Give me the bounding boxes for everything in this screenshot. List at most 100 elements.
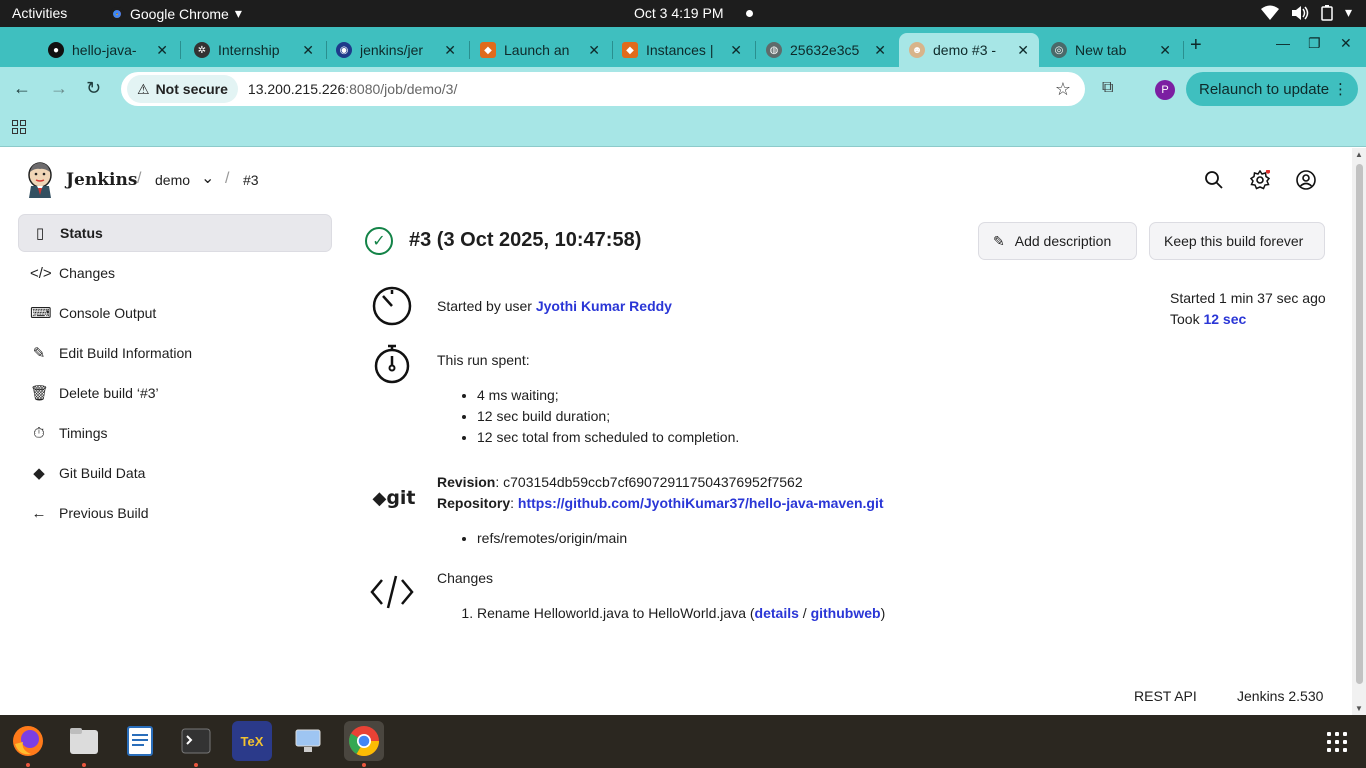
activities-button[interactable]: Activities	[12, 5, 67, 21]
success-check-icon: ✓	[365, 227, 393, 255]
close-icon[interactable]: ✕	[874, 42, 886, 59]
jenkins-home-link[interactable]: Jenkins	[66, 170, 137, 190]
jenkins-logo-icon[interactable]	[26, 162, 54, 198]
sidebar-item-timings[interactable]: ⏱ Timings	[18, 414, 332, 452]
close-icon[interactable]: ✕	[444, 42, 456, 59]
minimize-icon[interactable]: —	[1276, 35, 1290, 51]
maximize-icon[interactable]: ❐	[1308, 35, 1321, 52]
show-apps-icon[interactable]	[1327, 732, 1347, 752]
sidebar-item-git-build-data[interactable]: ◆ Git Build Data	[18, 454, 332, 492]
list-item: 12 sec build duration;	[477, 406, 739, 427]
changes-list: Rename Helloworld.java to HelloWorld.jav…	[477, 603, 885, 624]
github-icon: ●	[48, 42, 64, 58]
tab-internship[interactable]: ✲ Internship ✕	[184, 33, 324, 67]
breadcrumb-build[interactable]: #3	[243, 172, 259, 188]
user-link[interactable]: Jyothi Kumar Reddy	[536, 298, 672, 314]
page-scrollbar[interactable]: ▲ ▼	[1352, 148, 1366, 715]
close-icon[interactable]: ✕	[1159, 42, 1171, 59]
sidebar-item-edit-build-information[interactable]: ✎ Edit Build Information	[18, 334, 332, 372]
url-text[interactable]: 13.200.215.226:8080/job/demo/3/	[248, 81, 457, 97]
sidebar-item-label: Console Output	[59, 305, 157, 321]
bookmark-star-icon[interactable]: ☆	[1055, 79, 1071, 100]
apps-grid-icon[interactable]	[12, 120, 26, 134]
system-tray[interactable]: ▾	[1260, 4, 1352, 21]
sidebar-item-label: Delete build ‘#3’	[59, 385, 159, 401]
address-bar[interactable]: ⚠ Not secure 13.200.215.226:8080/job/dem…	[121, 72, 1085, 106]
close-icon[interactable]: ✕	[730, 42, 742, 59]
tab-instance-ip[interactable]: ◍ 25632e3c5 ✕	[756, 33, 896, 67]
more-vert-icon[interactable]: ⋮	[1333, 80, 1348, 98]
user-account-icon[interactable]	[1296, 170, 1316, 190]
app-menu[interactable]: Google Chrome ▾	[110, 5, 242, 22]
terminal-icon[interactable]	[176, 721, 216, 761]
search-icon[interactable]	[1204, 170, 1224, 190]
add-description-button[interactable]: ✎ Add description	[978, 222, 1137, 260]
new-tab-button[interactable]: +	[1190, 34, 1202, 57]
tab-jenkins-repo[interactable]: ◉ jenkins/jer ✕	[326, 33, 466, 67]
running-indicator	[82, 763, 86, 767]
web-icon: ◉	[336, 42, 352, 58]
took-duration-link[interactable]: 12 sec	[1203, 311, 1246, 327]
chrome-icon[interactable]	[344, 721, 384, 761]
tab-demo-3[interactable]: ☻ demo #3 - ✕	[899, 33, 1039, 67]
list-item: Rename Helloworld.java to HelloWorld.jav…	[477, 603, 885, 624]
extensions-icon[interactable]: ⧉	[1102, 79, 1113, 97]
scroll-up-icon[interactable]: ▲	[1355, 150, 1363, 159]
tab-instances[interactable]: ◆ Instances | ✕	[612, 33, 752, 67]
chevron-down-icon[interactable]: ⌄	[201, 168, 214, 188]
close-icon[interactable]: ✕	[1017, 42, 1029, 59]
notification-dot	[746, 10, 753, 17]
tab-new-tab[interactable]: ◎ New tab ✕	[1041, 33, 1181, 67]
run-spent-label: This run spent:	[437, 352, 530, 368]
githubweb-link[interactable]: githubweb	[811, 605, 881, 621]
sidebar-item-delete-build[interactable]: 🗑 Delete build ‘#3’	[18, 374, 332, 412]
close-icon[interactable]: ✕	[302, 42, 314, 59]
scrollbar-thumb[interactable]	[1356, 164, 1363, 684]
reload-icon[interactable]: ↻	[86, 78, 101, 99]
close-window-icon[interactable]: ✕	[1340, 35, 1352, 52]
details-link[interactable]: details	[755, 605, 799, 621]
aws-icon: ◆	[480, 42, 496, 58]
breadcrumb-job[interactable]: demo	[155, 172, 190, 188]
tab-separator	[180, 41, 181, 59]
tab-label: Internship	[218, 42, 280, 58]
build-timing-summary: Started 1 min 37 sec ago Took 12 sec	[1170, 288, 1326, 330]
battery-icon	[1321, 4, 1333, 21]
text-editor-icon[interactable]	[120, 721, 160, 761]
rest-api-link[interactable]: REST API	[1134, 688, 1197, 704]
tex-icon[interactable]: TeX	[232, 721, 272, 761]
sidebar-item-status[interactable]: ▯ Status	[18, 214, 332, 252]
tab-label: hello-java-	[72, 42, 137, 58]
files-icon[interactable]	[64, 721, 104, 761]
sidebar-item-label: Timings	[59, 425, 108, 441]
keep-forever-button[interactable]: Keep this build forever	[1149, 222, 1325, 260]
sidebar-item-console-output[interactable]: ⌨ Console Output	[18, 294, 332, 332]
firefox-icon[interactable]	[8, 721, 48, 761]
system-top-bar: Activities Google Chrome ▾ Oct 3 4:19 PM…	[0, 0, 1366, 27]
scroll-down-icon[interactable]: ▼	[1355, 704, 1363, 713]
arrow-left-icon: ←	[31, 504, 47, 522]
started-by-text: Started by user Jyothi Kumar Reddy	[437, 296, 672, 317]
close-icon[interactable]: ✕	[156, 42, 168, 59]
close-icon[interactable]: ✕	[588, 42, 600, 59]
tab-label: demo #3 -	[933, 42, 997, 58]
jenkins-icon: ☻	[909, 42, 925, 58]
profile-avatar[interactable]: P	[1155, 80, 1175, 100]
sidebar-item-previous-build[interactable]: ← Previous Build	[18, 494, 332, 532]
tab-hello-java[interactable]: ● hello-java- ✕	[38, 33, 178, 67]
jenkins-page: Jenkins / demo ⌄ / #3 ▯ Status </> Chang…	[0, 148, 1352, 715]
revision-hash: : c703154db59ccb7cf690729117504376952f75…	[495, 474, 803, 490]
relaunch-button[interactable]: Relaunch to update ⋮	[1186, 72, 1358, 106]
forward-arrow-icon[interactable]: →	[50, 78, 68, 99]
remote-desktop-icon[interactable]	[288, 721, 328, 761]
security-chip[interactable]: ⚠ Not secure	[127, 75, 238, 103]
chevron-down-icon: ▾	[1344, 4, 1352, 20]
gear-icon[interactable]	[1250, 170, 1270, 190]
clock[interactable]: Oct 3 4:19 PM	[634, 5, 723, 21]
tab-launch-instance[interactable]: ◆ Launch an ✕	[470, 33, 610, 67]
sidebar-item-changes[interactable]: </> Changes	[18, 254, 332, 292]
code-icon	[370, 575, 414, 609]
back-arrow-icon[interactable]: ←	[13, 78, 31, 99]
repository-link[interactable]: https://github.com/JyothiKumar37/hello-j…	[518, 495, 884, 511]
jenkins-version[interactable]: Jenkins 2.530	[1237, 688, 1323, 704]
